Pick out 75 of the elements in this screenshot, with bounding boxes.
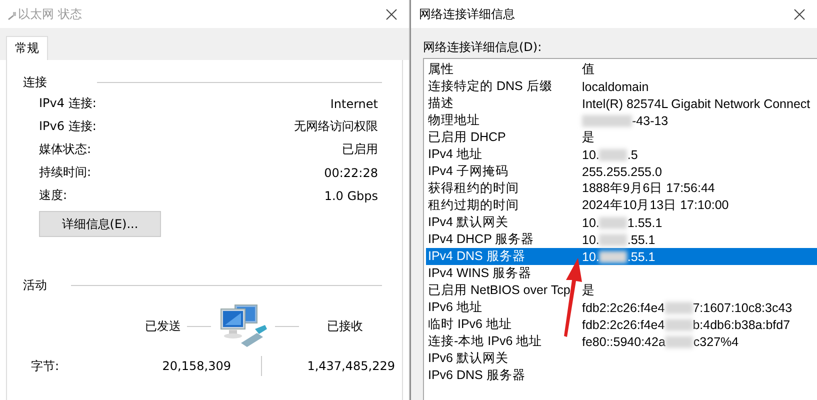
property-cell-text: IPv4 DHCP 服务器 — [427, 231, 536, 248]
field-label: 速度: — [39, 187, 68, 204]
property-cell-text: 物理地址 — [427, 112, 481, 129]
value-cell: .5 — [627, 148, 638, 162]
property-cell-text: IPv4 子网掩码 — [427, 163, 510, 180]
field-value: 20,158,309 — [161, 359, 231, 373]
property-cell-text: IPv4 DNS 服务器 — [427, 248, 526, 265]
field-value: Internet — [330, 96, 378, 110]
close-icon[interactable] — [386, 8, 397, 20]
value-cell: .55.1 — [627, 232, 656, 246]
value-cell: 10. — [582, 250, 600, 264]
property-cell-text: IPv6 默认网关 — [427, 350, 510, 367]
field-value: 1,437,485,229 — [306, 359, 395, 373]
redacted-blur — [599, 148, 628, 160]
redacted-blur — [599, 250, 628, 262]
close-icon[interactable] — [794, 8, 805, 20]
value-cell: 7:1607:10c8:3c43 — [692, 300, 792, 314]
value-cell: fdb2:2c26:f4e4 — [582, 300, 665, 314]
value-cell: 1888年9月6日 17:56:44 — [582, 180, 715, 197]
value-cell: 是 — [582, 129, 595, 146]
window-title: 以太网 状态 — [18, 6, 83, 22]
value-cell: c327%4 — [693, 334, 739, 348]
column-header: 属性 — [427, 61, 455, 78]
column-header: 值 — [582, 61, 595, 78]
window-title: 网络连接详细信息 — [419, 6, 516, 22]
property-cell-text: 已启用 DHCP — [427, 129, 507, 146]
field-label: 媒体状态: — [39, 141, 92, 158]
value-cell: b:4db6:b38a:bfd7 — [692, 318, 790, 332]
value-cell: fe80::5940:42a — [582, 334, 666, 348]
field-label: IPv6 连接: — [39, 118, 96, 135]
received-label: 已接收 — [327, 318, 363, 334]
value-cell: -43-13 — [632, 114, 668, 128]
section-heading: 活动 — [23, 276, 47, 294]
value-cell: 是 — [582, 282, 595, 299]
property-cell-text: 租约过期的时间 — [427, 197, 520, 214]
redacted-blur — [665, 336, 694, 348]
value-cell: 255.255.255.0 — [582, 164, 662, 178]
redacted-blur — [664, 302, 693, 314]
plug-icon — [8, 12, 16, 20]
redacted-blur — [599, 234, 628, 246]
property-cell-text: IPv6 DNS 服务器 — [427, 367, 526, 384]
value-cell: .55.1 — [627, 250, 656, 264]
value-cell: 10. — [582, 148, 600, 162]
property-cell-text: 临时 IPv6 地址 — [427, 316, 513, 333]
property-cell-text: 已启用 NetBIOS over Tcp — [427, 282, 572, 299]
value-cell: 10. — [582, 216, 600, 230]
field-value: 00:22:28 — [324, 166, 378, 180]
value-cell: Intel(R) 82574L Gigabit Network Connect — [582, 96, 810, 110]
property-cell-text: IPv6 地址 — [427, 299, 484, 316]
value-cell: 1.55.1 — [627, 216, 662, 230]
property-cell-text: IPv4 默认网关 — [427, 214, 510, 231]
tab[interactable]: 常规 — [6, 36, 48, 60]
sent-label: 已发送 — [145, 318, 181, 334]
field-value: 已启用 — [342, 141, 378, 158]
list-label: 网络连接详细信息(D): — [423, 38, 543, 56]
details-button[interactable]: 详细信息(E)... — [39, 211, 161, 237]
field-value: 无网络访问权限 — [294, 118, 378, 135]
property-cell-text: 获得租约的时间 — [427, 180, 520, 197]
value-cell: fdb2:2c26:f4e4 — [582, 318, 665, 332]
property-cell-text: 描述 — [427, 95, 455, 112]
list-row[interactable]: IPv4 DNS 服务器 10. .55.1 — [426, 248, 817, 265]
property-cell-text: 连接-本地 IPv6 地址 — [427, 333, 544, 350]
field-label: 持续时间: — [39, 164, 92, 181]
value-cell: 10. — [582, 232, 600, 246]
property-cell-text: IPv4 WINS 服务器 — [427, 265, 533, 282]
redacted-blur — [664, 318, 693, 330]
field-label: IPv4 连接: — [39, 95, 96, 112]
property-cell-text: 连接特定的 DNS 后缀 — [427, 78, 554, 95]
property-cell-text: IPv4 地址 — [427, 146, 484, 163]
field-label: 字节: — [30, 358, 60, 374]
redacted-blur — [599, 216, 628, 228]
value-cell: localdomain — [582, 80, 649, 94]
field-value: 1.0 Gbps — [324, 188, 378, 202]
section-heading: 连接 — [23, 74, 47, 90]
value-cell: 2024年10月13日 17:10:00 — [582, 197, 729, 214]
